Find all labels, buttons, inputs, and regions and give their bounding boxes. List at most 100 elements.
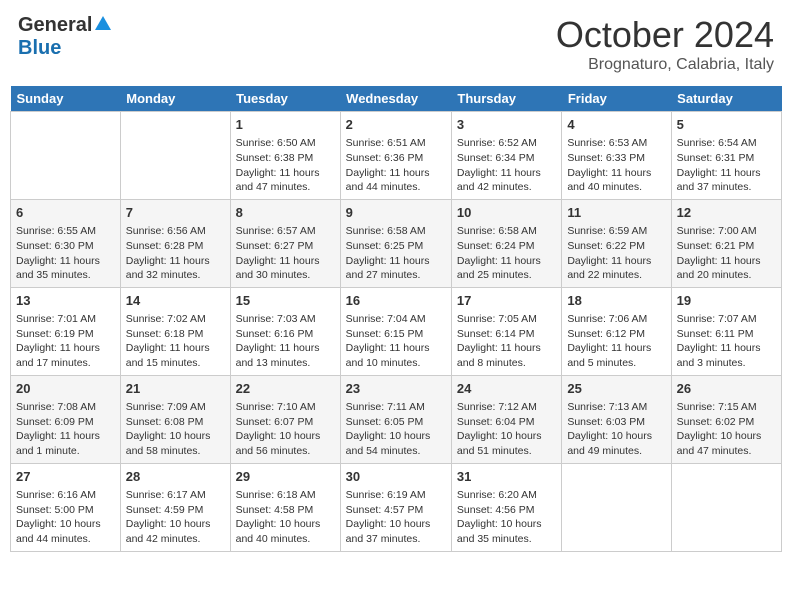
day-info: Sunrise: 6:50 AM Sunset: 6:38 PM Dayligh… xyxy=(236,136,335,195)
column-header-tuesday: Tuesday xyxy=(230,86,340,112)
calendar-cell: 13Sunrise: 7:01 AM Sunset: 6:19 PM Dayli… xyxy=(11,287,121,375)
calendar-cell: 28 Sunrise: 6:17 AM Sunset: 4:59 PM Dayli… xyxy=(120,463,230,551)
day-number: 10 xyxy=(457,204,556,222)
day-info: Sunrise: 7:06 AM Sunset: 6:12 PM Dayligh… xyxy=(567,312,665,371)
week-row-1: 1 Sunrise: 6:50 AM Sunset: 6:38 PM Daylig… xyxy=(11,112,782,200)
column-header-wednesday: Wednesday xyxy=(340,86,451,112)
calendar-cell: 18 Sunrise: 7:06 AM Sunset: 6:12 PM Dayli… xyxy=(562,287,671,375)
day-number: 11 xyxy=(567,204,665,222)
day-number: 22 xyxy=(236,380,335,398)
day-info: Sunrise: 7:05 AM Sunset: 6:14 PM Dayligh… xyxy=(457,312,556,371)
calendar-cell: 23 Sunrise: 7:11 AM Sunset: 6:05 PM Dayli… xyxy=(340,375,451,463)
day-number: 9 xyxy=(346,204,446,222)
day-number: 4 xyxy=(567,116,665,134)
calendar-table: SundayMondayTuesdayWednesdayThursdayFrid… xyxy=(10,86,782,552)
calendar-cell: 25 Sunrise: 7:13 AM Sunset: 6:03 PM Dayli… xyxy=(562,375,671,463)
day-number: 14 xyxy=(126,292,225,310)
day-number: 23 xyxy=(346,380,446,398)
column-header-thursday: Thursday xyxy=(451,86,561,112)
day-number: 3 xyxy=(457,116,556,134)
day-info: Sunrise: 6:53 AM Sunset: 6:33 PM Dayligh… xyxy=(567,136,665,195)
day-info: Sunrise: 6:59 AM Sunset: 6:22 PM Dayligh… xyxy=(567,224,665,283)
week-row-5: 27Sunrise: 6:16 AM Sunset: 5:00 PM Dayli… xyxy=(11,463,782,551)
calendar-cell xyxy=(120,112,230,200)
calendar-cell: 27Sunrise: 6:16 AM Sunset: 5:00 PM Dayli… xyxy=(11,463,121,551)
column-header-sunday: Sunday xyxy=(11,86,121,112)
calendar-cell: 12Sunrise: 7:00 AM Sunset: 6:21 PM Dayli… xyxy=(671,199,781,287)
day-number: 24 xyxy=(457,380,556,398)
calendar-cell: 5Sunrise: 6:54 AM Sunset: 6:31 PM Daylig… xyxy=(671,112,781,200)
calendar-cell xyxy=(562,463,671,551)
calendar-cell xyxy=(11,112,121,200)
calendar-cell: 31 Sunrise: 6:20 AM Sunset: 4:56 PM Dayli… xyxy=(451,463,561,551)
calendar-cell: 9 Sunrise: 6:58 AM Sunset: 6:25 PM Daylig… xyxy=(340,199,451,287)
calendar-cell: 4 Sunrise: 6:53 AM Sunset: 6:33 PM Daylig… xyxy=(562,112,671,200)
page-header: General Blue October 2024 Brognaturo, Ca… xyxy=(10,10,782,78)
day-info: Sunrise: 6:51 AM Sunset: 6:36 PM Dayligh… xyxy=(346,136,446,195)
day-number: 7 xyxy=(126,204,225,222)
day-number: 26 xyxy=(677,380,776,398)
location: Brognaturo, Calabria, Italy xyxy=(556,56,774,74)
calendar-cell: 16Sunrise: 7:04 AM Sunset: 6:15 PM Dayli… xyxy=(340,287,451,375)
calendar-cell: 2Sunrise: 6:51 AM Sunset: 6:36 PM Daylig… xyxy=(340,112,451,200)
week-row-4: 20 Sunrise: 7:08 AM Sunset: 6:09 PM Dayli… xyxy=(11,375,782,463)
day-info: Sunrise: 6:20 AM Sunset: 4:56 PM Dayligh… xyxy=(457,488,556,547)
day-info: Sunrise: 6:58 AM Sunset: 6:24 PM Dayligh… xyxy=(457,224,556,283)
day-number: 13 xyxy=(16,292,115,310)
day-number: 29 xyxy=(236,468,335,486)
day-number: 18 xyxy=(567,292,665,310)
day-info: Sunrise: 7:08 AM Sunset: 6:09 PM Dayligh… xyxy=(16,400,115,459)
day-number: 17 xyxy=(457,292,556,310)
day-number: 19 xyxy=(677,292,776,310)
day-info: Sunrise: 7:02 AM Sunset: 6:18 PM Dayligh… xyxy=(126,312,225,371)
day-number: 31 xyxy=(457,468,556,486)
calendar-cell xyxy=(671,463,781,551)
calendar-cell: 22Sunrise: 7:10 AM Sunset: 6:07 PM Dayli… xyxy=(230,375,340,463)
day-number: 28 xyxy=(126,468,225,486)
calendar-cell: 26 Sunrise: 7:15 AM Sunset: 6:02 PM Dayli… xyxy=(671,375,781,463)
day-number: 20 xyxy=(16,380,115,398)
day-number: 27 xyxy=(16,468,115,486)
calendar-cell: 10 Sunrise: 6:58 AM Sunset: 6:24 PM Dayli… xyxy=(451,199,561,287)
day-info: Sunrise: 6:55 AM Sunset: 6:30 PM Dayligh… xyxy=(16,224,115,283)
calendar-cell: 21 Sunrise: 7:09 AM Sunset: 6:08 PM Dayli… xyxy=(120,375,230,463)
logo-blue: Blue xyxy=(18,37,61,59)
day-info: Sunrise: 6:54 AM Sunset: 6:31 PM Dayligh… xyxy=(677,136,776,195)
day-info: Sunrise: 7:09 AM Sunset: 6:08 PM Dayligh… xyxy=(126,400,225,459)
logo: General Blue xyxy=(18,14,112,60)
column-header-saturday: Saturday xyxy=(671,86,781,112)
calendar-cell: 7Sunrise: 6:56 AM Sunset: 6:28 PM Daylig… xyxy=(120,199,230,287)
day-info: Sunrise: 6:19 AM Sunset: 4:57 PM Dayligh… xyxy=(346,488,446,547)
logo-general: General xyxy=(18,14,92,37)
day-number: 1 xyxy=(236,116,335,134)
calendar-cell: 15Sunrise: 7:03 AM Sunset: 6:16 PM Dayli… xyxy=(230,287,340,375)
day-number: 6 xyxy=(16,204,115,222)
calendar-cell: 29 Sunrise: 6:18 AM Sunset: 4:58 PM Dayli… xyxy=(230,463,340,551)
day-info: Sunrise: 6:58 AM Sunset: 6:25 PM Dayligh… xyxy=(346,224,446,283)
calendar-cell: 20 Sunrise: 7:08 AM Sunset: 6:09 PM Dayli… xyxy=(11,375,121,463)
day-info: Sunrise: 7:15 AM Sunset: 6:02 PM Dayligh… xyxy=(677,400,776,459)
header-row: SundayMondayTuesdayWednesdayThursdayFrid… xyxy=(11,86,782,112)
calendar-cell: 30 Sunrise: 6:19 AM Sunset: 4:57 PM Dayli… xyxy=(340,463,451,551)
column-header-friday: Friday xyxy=(562,86,671,112)
day-info: Sunrise: 7:11 AM Sunset: 6:05 PM Dayligh… xyxy=(346,400,446,459)
month-title: October 2024 xyxy=(556,14,774,56)
calendar-cell: 24Sunrise: 7:12 AM Sunset: 6:04 PM Dayli… xyxy=(451,375,561,463)
calendar-cell: 1 Sunrise: 6:50 AM Sunset: 6:38 PM Daylig… xyxy=(230,112,340,200)
logo-icon xyxy=(94,14,112,37)
day-number: 30 xyxy=(346,468,446,486)
calendar-cell: 3Sunrise: 6:52 AM Sunset: 6:34 PM Daylig… xyxy=(451,112,561,200)
calendar-cell: 11 Sunrise: 6:59 AM Sunset: 6:22 PM Dayli… xyxy=(562,199,671,287)
day-number: 21 xyxy=(126,380,225,398)
day-info: Sunrise: 7:13 AM Sunset: 6:03 PM Dayligh… xyxy=(567,400,665,459)
week-row-3: 13Sunrise: 7:01 AM Sunset: 6:19 PM Dayli… xyxy=(11,287,782,375)
calendar-cell: 14 Sunrise: 7:02 AM Sunset: 6:18 PM Dayli… xyxy=(120,287,230,375)
calendar-cell: 19Sunrise: 7:07 AM Sunset: 6:11 PM Dayli… xyxy=(671,287,781,375)
title-area: October 2024 Brognaturo, Calabria, Italy xyxy=(556,14,774,74)
day-info: Sunrise: 6:17 AM Sunset: 4:59 PM Dayligh… xyxy=(126,488,225,547)
day-info: Sunrise: 6:18 AM Sunset: 4:58 PM Dayligh… xyxy=(236,488,335,547)
week-row-2: 6 Sunrise: 6:55 AM Sunset: 6:30 PM Daylig… xyxy=(11,199,782,287)
day-number: 25 xyxy=(567,380,665,398)
day-number: 8 xyxy=(236,204,335,222)
day-info: Sunrise: 7:03 AM Sunset: 6:16 PM Dayligh… xyxy=(236,312,335,371)
